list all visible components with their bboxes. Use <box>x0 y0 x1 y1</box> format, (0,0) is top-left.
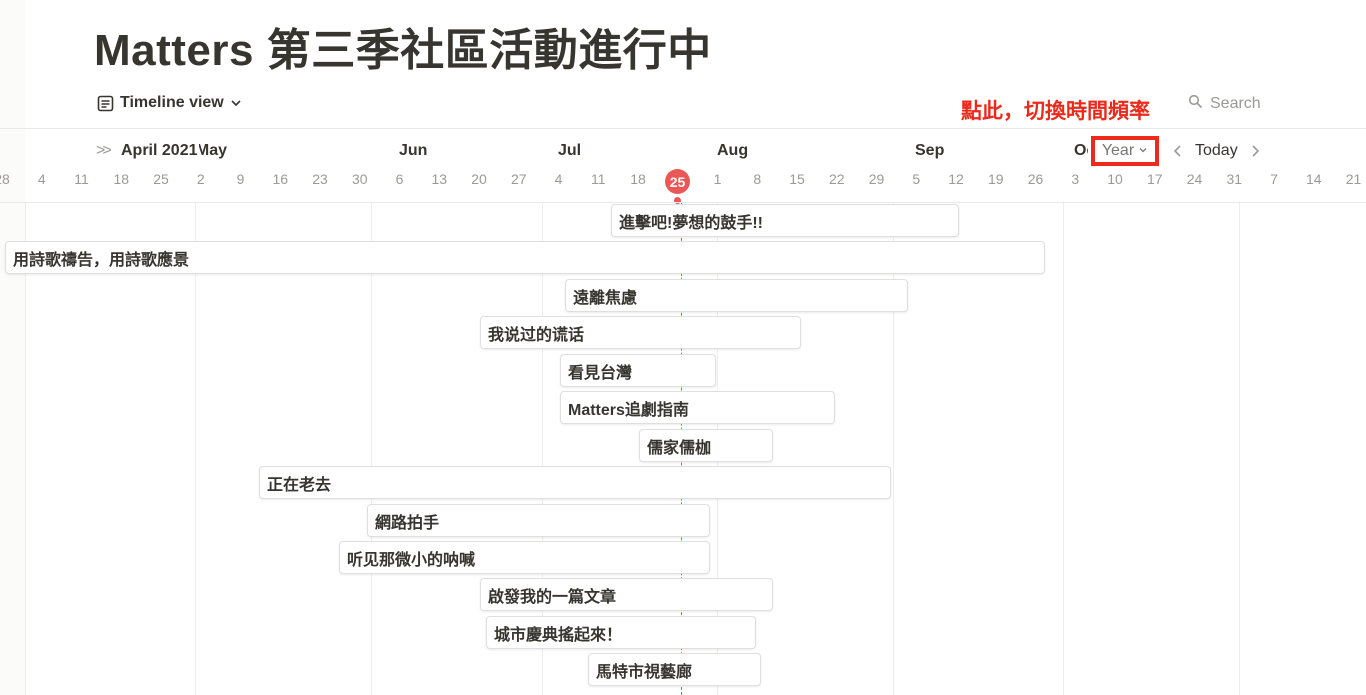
month-gridline <box>25 203 26 695</box>
timeline-item[interactable]: 正在老去 <box>259 466 891 499</box>
day-tick-label: 29 <box>868 171 885 187</box>
day-tick-label: 14 <box>1305 171 1322 187</box>
month-label-jun: Jun <box>399 142 428 159</box>
day-tick-label: 2 <box>196 171 205 187</box>
day-tick-label: 27 <box>510 171 527 187</box>
day-tick-label: 7 <box>1270 171 1278 187</box>
day-tick-label: 1 <box>713 171 722 187</box>
day-tick-label: 22 <box>828 171 845 187</box>
month-label-aug: Aug <box>717 142 749 159</box>
previous-button[interactable] <box>1167 138 1189 164</box>
day-tick-label: 31 <box>1226 171 1243 187</box>
timeline-item[interactable]: 儒家儒枷 <box>639 429 773 462</box>
search-button[interactable]: Search <box>1188 94 1261 114</box>
month-gridline <box>893 203 894 695</box>
timeline-view-switcher[interactable]: Timeline view <box>97 92 242 114</box>
header-divider <box>0 128 1366 129</box>
chevron-left-icon <box>1173 145 1181 157</box>
day-tick-label: 28 <box>0 171 10 187</box>
month-gridline <box>1063 203 1064 695</box>
day-tick-label: 4 <box>554 171 563 187</box>
day-tick-label: 20 <box>471 171 487 187</box>
month-label-april: April 2021 <box>121 142 200 160</box>
day-tick-label: 17 <box>1146 171 1163 187</box>
day-tick-label: 9 <box>236 171 245 187</box>
scale-label: Year <box>1101 142 1135 159</box>
today-marker: 25 <box>665 169 690 194</box>
month-label-oct: Oct <box>1074 142 1088 159</box>
timeline-item[interactable]: 用詩歌禱告，用詩歌應景 <box>5 241 1045 274</box>
page-title: Matters 第三季社區活動進行中 <box>94 26 712 75</box>
day-tick-label: 11 <box>590 171 606 187</box>
day-tick-label: 18 <box>630 171 646 187</box>
sidebar-edge <box>0 0 25 695</box>
timeline-item[interactable]: 啟發我的一篇文章 <box>480 578 773 611</box>
day-tick-label: 10 <box>1107 171 1123 187</box>
scale-annotation: 點此，切換時間頻率 <box>961 100 1150 123</box>
timeline-item[interactable]: 我说过的谎话 <box>480 316 801 349</box>
day-tick-label: 25 <box>153 171 169 187</box>
timeline-item[interactable]: 遠離焦慮 <box>565 279 908 312</box>
timeline-item[interactable]: 馬特市視藝廊 <box>588 653 761 686</box>
day-tick-label: 8 <box>753 171 762 187</box>
document-list-icon <box>97 95 114 112</box>
month-gridline <box>371 203 372 695</box>
month-label-may: May <box>197 142 227 159</box>
scale-selector[interactable]: Year <box>1091 136 1159 166</box>
timeline-item[interactable]: 城市慶典搖起來！ <box>486 616 756 649</box>
timeline-item[interactable]: Matters追劇指南 <box>560 391 835 424</box>
month-gridline <box>195 203 196 695</box>
double-chevron-left-icon[interactable]: >> <box>96 142 112 160</box>
chevron-down-icon <box>1138 142 1148 160</box>
view-label: Timeline view <box>120 94 224 111</box>
chevron-right-icon <box>1252 145 1259 157</box>
search-icon <box>1188 94 1203 114</box>
day-tick-label: 26 <box>1027 171 1044 187</box>
day-tick-label: 12 <box>948 171 964 187</box>
day-tick-label: 30 <box>351 171 368 187</box>
day-tick-label: 11 <box>74 171 89 187</box>
timeline-item[interactable]: 網路拍手 <box>367 504 710 537</box>
day-tick-label: 21 <box>1345 171 1362 187</box>
month-label-jul: Jul <box>558 142 582 159</box>
day-tick-label: 6 <box>395 171 404 187</box>
next-button[interactable] <box>1244 138 1266 164</box>
timeline-controls: Year Today <box>1091 132 1266 170</box>
today-button[interactable]: Today <box>1195 142 1238 160</box>
search-label: Search <box>1210 95 1261 112</box>
day-tick-label: 18 <box>113 171 130 187</box>
day-tick-label: 3 <box>1071 171 1080 187</box>
month-gridline <box>1239 203 1240 695</box>
grid-divider <box>0 202 1366 203</box>
day-tick-label: 13 <box>431 171 448 187</box>
day-tick-label: 24 <box>1186 171 1203 187</box>
day-tick-label: 19 <box>987 171 1004 187</box>
chevron-down-icon <box>230 97 242 109</box>
timeline-item[interactable]: 听见那微小的呐喊 <box>339 541 710 574</box>
day-tick-label: 23 <box>312 171 328 187</box>
day-tick-label: 16 <box>272 171 289 187</box>
day-tick-label: 4 <box>37 171 46 187</box>
day-tick-label: 5 <box>912 171 921 187</box>
day-tick-label: 15 <box>789 171 805 187</box>
month-label-sep: Sep <box>915 142 945 159</box>
timeline-item[interactable]: 看見台灣 <box>560 354 716 387</box>
timeline-item[interactable]: 進擊吧!夢想的鼓手!! <box>611 204 959 237</box>
